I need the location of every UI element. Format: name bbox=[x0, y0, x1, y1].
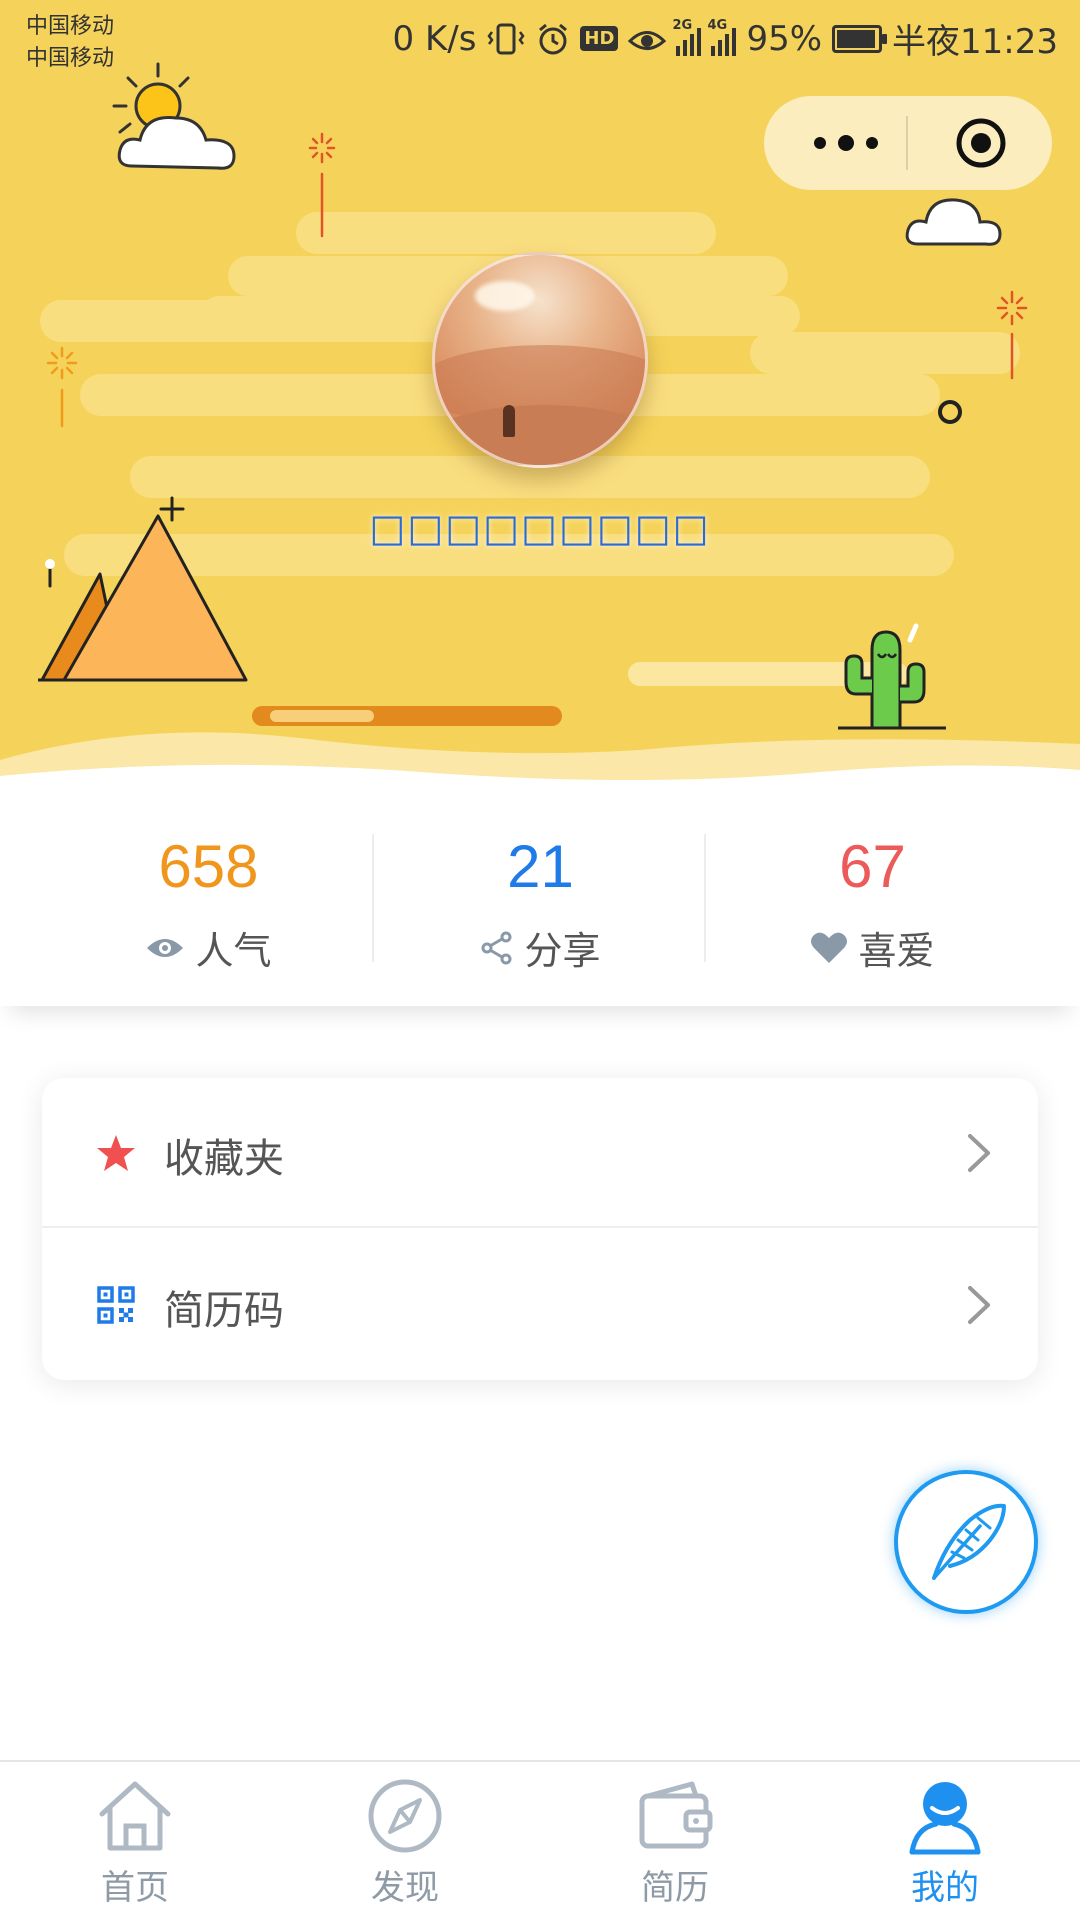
tab-resume[interactable]: 简历 bbox=[540, 1762, 810, 1920]
battery-icon bbox=[832, 24, 888, 53]
tab-bar: 首页 发现 简历 我的 bbox=[0, 1760, 1080, 1920]
cactus-icon bbox=[838, 623, 946, 730]
cloud-icon bbox=[905, 198, 1002, 246]
chevron-right-icon bbox=[968, 1134, 990, 1172]
capsule-divider bbox=[906, 116, 908, 170]
menu-card: 收藏夹 简历码 bbox=[42, 1078, 1038, 1380]
edit-feather-button[interactable] bbox=[894, 1470, 1038, 1614]
feather-icon bbox=[932, 1503, 1006, 1580]
more-icon[interactable] bbox=[806, 126, 886, 160]
wave-divider bbox=[0, 732, 1080, 790]
share-icon bbox=[481, 931, 512, 964]
ring-icon bbox=[938, 400, 962, 424]
profile-header: 中国移动 中国移动 0 K/s HD 2G 4G 95% 半夜11:23 □□□… bbox=[0, 0, 1080, 790]
tab-label: 我的 bbox=[911, 1868, 979, 1908]
cloud-band bbox=[296, 212, 716, 254]
firework-icon bbox=[308, 132, 336, 238]
battery-percent: 95% bbox=[746, 18, 823, 59]
stat-value: 658 bbox=[158, 833, 259, 900]
stat-value: 67 bbox=[839, 833, 906, 900]
menu-item-favorites[interactable]: 收藏夹 bbox=[42, 1078, 1038, 1228]
star-icon bbox=[97, 1135, 135, 1171]
stat-popularity[interactable]: 658 人气 bbox=[42, 790, 375, 1006]
vibrate-icon bbox=[486, 22, 526, 56]
stat-label: 分享 bbox=[524, 929, 601, 973]
user-icon bbox=[909, 1782, 981, 1855]
tab-label: 发现 bbox=[371, 1868, 439, 1908]
net-speed: 0 K/s bbox=[392, 18, 477, 59]
menu-item-resume-code[interactable]: 简历码 bbox=[42, 1230, 1038, 1380]
signal-icon: 4G bbox=[707, 18, 737, 56]
home-icon bbox=[99, 1781, 171, 1851]
eye-icon bbox=[147, 938, 184, 957]
tab-label: 简历 bbox=[641, 1868, 709, 1908]
stat-label: 人气 bbox=[195, 929, 272, 973]
cloud-band bbox=[750, 332, 1020, 374]
user-avatar[interactable] bbox=[432, 252, 648, 468]
close-target-icon[interactable] bbox=[954, 116, 1008, 170]
carrier-name: 中国移动 bbox=[26, 46, 115, 71]
compass-icon bbox=[368, 1779, 442, 1853]
tab-home[interactable]: 首页 bbox=[0, 1762, 270, 1920]
stat-label: 喜爱 bbox=[858, 929, 935, 973]
stat-favorites[interactable]: 67 喜爱 bbox=[706, 790, 1039, 1006]
pyramid-icon bbox=[38, 496, 248, 682]
firework-icon bbox=[46, 346, 78, 428]
heart-icon bbox=[811, 932, 848, 963]
alarm-icon bbox=[536, 22, 570, 56]
tab-mine[interactable]: 我的 bbox=[810, 1762, 1080, 1920]
menu-item-label: 简历码 bbox=[164, 1288, 284, 1334]
mini-program-capsule bbox=[764, 96, 1052, 190]
signal-icon: 2G bbox=[672, 18, 702, 56]
eye-comfort-icon bbox=[628, 24, 667, 54]
menu-item-label: 收藏夹 bbox=[164, 1136, 284, 1182]
user-name: □□□□□□□□□ bbox=[369, 506, 711, 550]
sun-cloud-icon bbox=[112, 62, 236, 170]
firework-icon bbox=[996, 290, 1028, 380]
qr-code-icon bbox=[97, 1286, 135, 1324]
chevron-right-icon bbox=[968, 1286, 990, 1324]
stats-panel: 658 人气 21 分享 67 喜爱 bbox=[0, 790, 1080, 1006]
clock: 半夜11:23 bbox=[892, 22, 1058, 62]
wallet-icon bbox=[639, 1781, 713, 1849]
tab-label: 首页 bbox=[101, 1868, 169, 1908]
hd-badge: HD bbox=[580, 26, 619, 51]
carrier-name: 中国移动 bbox=[26, 14, 115, 39]
stat-share[interactable]: 21 分享 bbox=[374, 790, 707, 1006]
stat-value: 21 bbox=[507, 833, 574, 900]
tab-discover[interactable]: 发现 bbox=[270, 1762, 540, 1920]
